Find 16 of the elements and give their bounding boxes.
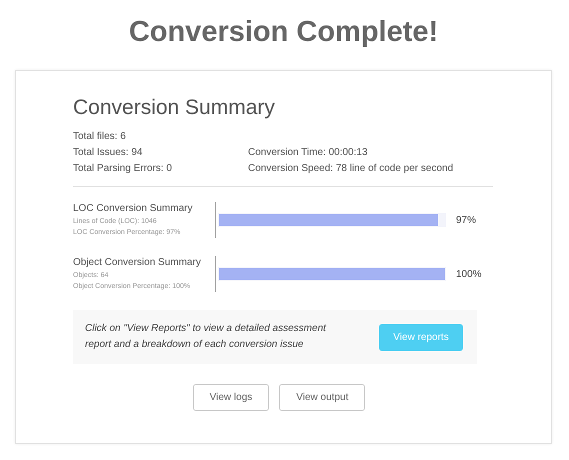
stat-text: Total files: 6: [73, 130, 127, 144]
info-text: Click on "View Reports" to view a detailed assessment report and a breakdown of each conversion issue: [85, 322, 328, 352]
stat-text: Conversion Speed: 78 line of code per second: [248, 162, 454, 176]
stat-text: Total Parsing Errors: 0: [73, 162, 173, 176]
action-button[interactable]: View logs: [192, 384, 270, 411]
action-button[interactable]: View output: [279, 384, 366, 411]
axis-line: [215, 256, 216, 292]
percent-label: 97%: [456, 214, 476, 226]
axis-line: [215, 202, 216, 238]
section-heading: Conversion Summary: [73, 95, 276, 121]
percent-label: 100%: [456, 268, 482, 280]
stat-text: Conversion Time: 00:00:13: [248, 146, 369, 160]
page-title: Conversion Complete!: [128, 15, 440, 50]
summary-label: LOC Conversion Summary: [73, 202, 194, 216]
stat-text: Total Issues: 94: [73, 146, 144, 160]
summary-label: Object Conversion Summary: [73, 256, 202, 270]
